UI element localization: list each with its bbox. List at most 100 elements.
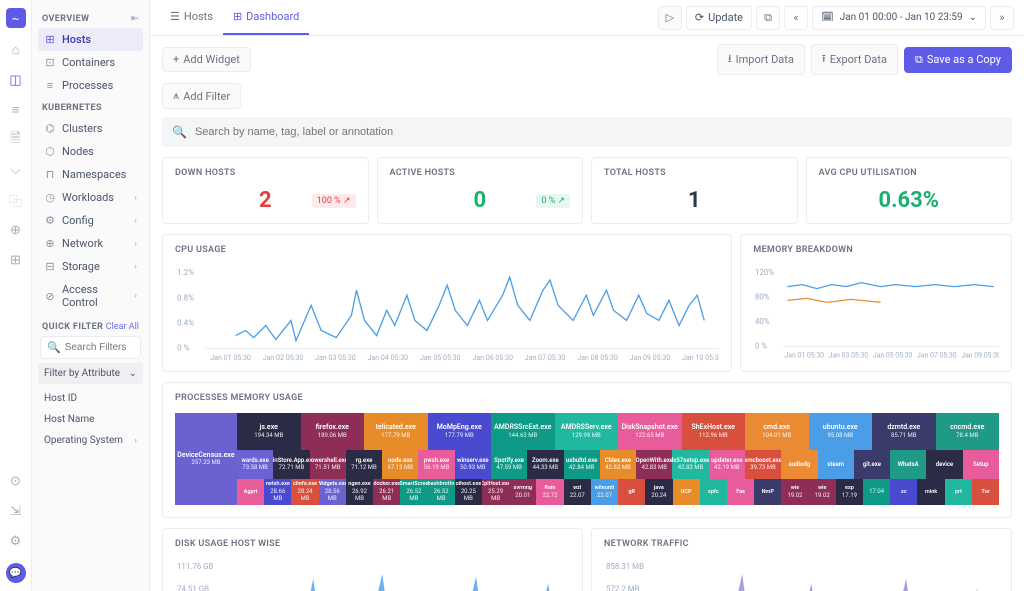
- cpu-usage-chart[interactable]: CPU USAGE 1.2%0.8%0.4%0 % Jan 01 05:30Ja…: [162, 234, 732, 372]
- chat-icon[interactable]: 💬: [6, 563, 26, 583]
- treemap-cell[interactable]: wzl22.07: [564, 479, 591, 505]
- treemap-cell[interactable]: Zoom.exe44.33 MB: [527, 450, 563, 479]
- treemap-cell[interactable]: 17.04: [863, 479, 890, 505]
- treemap-cell[interactable]: exp17.19: [836, 479, 863, 505]
- treemap-cell[interactable]: prt: [945, 479, 972, 505]
- treemap-cell[interactable]: device: [926, 450, 962, 479]
- treemap-cell[interactable]: rg.exe71.12 MB: [346, 450, 382, 479]
- treemap-cell[interactable]: wie19.02: [809, 479, 836, 505]
- treemap-cell[interactable]: gR: [618, 479, 645, 505]
- treemap-cell[interactable]: audiodg: [781, 450, 817, 479]
- treemap-cell[interactable]: netsh.exe28.66 MB: [264, 479, 291, 505]
- treemap-cell[interactable]: cncmd.exe78.4 MB: [936, 413, 1000, 450]
- save-as-copy-button[interactable]: ⧉ Save as a Copy: [904, 47, 1012, 73]
- rewind-button[interactable]: «: [784, 6, 808, 30]
- filter-opt-host-id[interactable]: Host ID: [38, 388, 143, 409]
- treemap-cell[interactable]: java20.24: [645, 479, 672, 505]
- treemap-cell[interactable]: Cldex.exe42.83 MB: [600, 450, 636, 479]
- treemap-cell[interactable]: DiskSnapshot.exe122.65 MB: [618, 413, 682, 450]
- metrics-icon[interactable]: ≡: [8, 102, 24, 118]
- hosts-icon[interactable]: ◫: [8, 72, 24, 88]
- monitor-icon[interactable]: ⌵: [8, 162, 24, 178]
- treemap-cell[interactable]: NmP: [754, 479, 781, 505]
- treemap-cell[interactable]: telicated.exe177.79 MB: [364, 413, 428, 450]
- treemap-cell[interactable]: Fas: [727, 479, 754, 505]
- treemap-cell[interactable]: AMDRSServ.exe129.99 MB: [555, 413, 619, 450]
- treemap-cell[interactable]: oihost.exe20.25 MB: [455, 479, 482, 505]
- filter-opt-host-name[interactable]: Host Name: [38, 409, 143, 430]
- filter-by-attribute[interactable]: Filter by Attribute ⌄: [38, 363, 143, 384]
- sidebar-item-clusters[interactable]: ⌬Clusters: [38, 117, 143, 140]
- network-traffic-chart[interactable]: NETWORK TRAFFIC 858.31 MB572.2 MB286.1 M…: [591, 528, 1012, 591]
- treemap-cell[interactable]: spfc: [700, 479, 727, 505]
- treemap-cell[interactable]: wie19.02: [781, 479, 808, 505]
- add-filter-button[interactable]: ⩚ Add Filter: [162, 83, 241, 109]
- treemap-cell[interactable]: svrmng20.01: [509, 479, 536, 505]
- treemap-cell[interactable]: WinStore.App.exe72.71 MB: [273, 450, 309, 479]
- sidebar-item-access-control[interactable]: ⊘Access Control›: [38, 278, 143, 314]
- treemap-cell[interactable]: xmcboost.exe39.73 MB: [745, 450, 781, 479]
- stat-avg-cpu-utilisation[interactable]: AVG CPU UTILISATION0.63%: [806, 157, 1013, 224]
- treemap-cell[interactable]: witeunti22.07: [591, 479, 618, 505]
- search-bar[interactable]: 🔍: [162, 117, 1012, 147]
- treemap-cell[interactable]: WhatsA: [890, 450, 926, 479]
- treemap-cell[interactable]: CplHost.exe25.29 MB: [482, 479, 509, 505]
- treemap-cell[interactable]: Setup: [963, 450, 999, 479]
- sidebar-item-nodes[interactable]: ⬡Nodes: [38, 140, 143, 163]
- sidebar-item-processes[interactable]: ≡Processes: [38, 74, 143, 97]
- graph-icon[interactable]: ⿻: [8, 192, 24, 208]
- stat-total-hosts[interactable]: TOTAL HOSTS1: [591, 157, 798, 224]
- sidebar-item-config[interactable]: ⚙Config›: [38, 209, 143, 232]
- export-data-button[interactable]: ⭱ Export Data: [811, 44, 898, 75]
- stat-active-hosts[interactable]: ACTIVE HOSTS00 % ↗: [377, 157, 584, 224]
- treemap-cell[interactable]: OpenWith.exe42.83 MB: [636, 450, 672, 479]
- robot-icon[interactable]: ⊕: [8, 222, 24, 238]
- tab-dashboard[interactable]: ⊞Dashboard: [223, 0, 309, 35]
- processes-memory-treemap[interactable]: PROCESSES MEMORY USAGE DeviceCensus.exe2…: [162, 382, 1012, 518]
- treemap-cell[interactable]: sc: [890, 479, 917, 505]
- home-icon[interactable]: ⌂: [8, 42, 24, 58]
- sidebar-item-namespaces[interactable]: ⊓Namespaces: [38, 163, 143, 186]
- treemap-cell[interactable]: node.exe67.13 MB: [382, 450, 418, 479]
- copy-button[interactable]: ⧉: [756, 6, 780, 30]
- apps-icon[interactable]: ⊞: [8, 252, 24, 268]
- treemap-cell[interactable]: firefox.exe189.06 MB: [301, 413, 365, 450]
- headset-icon[interactable]: ⊙: [8, 473, 24, 489]
- treemap-cell[interactable]: DeviceCensus.exe257.23 MB: [175, 413, 237, 505]
- stat-down-hosts[interactable]: DOWN HOSTS2100 % ↗: [162, 157, 369, 224]
- treemap-cell[interactable]: UCP: [673, 479, 700, 505]
- treemap-cell[interactable]: pwsh.exe56.19 MB: [418, 450, 454, 479]
- treemap-cell[interactable]: docker.exe26.21 MB: [373, 479, 400, 505]
- treemap-cell[interactable]: ShExHost.exe112.96 MB: [682, 413, 746, 450]
- search-filters-input[interactable]: 🔍: [40, 336, 141, 359]
- treemap-cell[interactable]: Agprt: [237, 479, 264, 505]
- treemap-cell[interactable]: steam: [818, 450, 854, 479]
- treemap-cell[interactable]: Rain22.72: [536, 479, 563, 505]
- treemap-cell[interactable]: winserv.exe50.93 MB: [455, 450, 491, 479]
- search-input[interactable]: [195, 126, 1002, 138]
- treemap-cell[interactable]: Widgets.exe28.56 MB: [319, 479, 346, 505]
- treemap-cell[interactable]: git.exe: [854, 450, 890, 479]
- import-data-button[interactable]: ⭳ Import Data: [717, 44, 805, 75]
- play-button[interactable]: ▷: [658, 6, 682, 30]
- settings-icon[interactable]: ⚙: [8, 533, 24, 549]
- app-logo[interactable]: ~: [6, 8, 26, 28]
- treemap-cell[interactable]: AMDRSSrcExt.exe144.63 MB: [491, 413, 555, 450]
- filter-opt-operating-system[interactable]: Operating System›: [38, 430, 143, 451]
- treemap-cell[interactable]: cmd.exe104.01 MB: [745, 413, 809, 450]
- add-widget-button[interactable]: + Add Widget: [162, 47, 251, 72]
- treemap-cell[interactable]: ngen.exe26.92 MB: [346, 479, 373, 505]
- treemap-cell[interactable]: bashbrothr26.52 MB: [428, 479, 455, 505]
- treemap-cell[interactable]: mink: [917, 479, 944, 505]
- sidebar-item-workloads[interactable]: ◷Workloads›: [38, 186, 143, 209]
- treemap-cell[interactable]: usbultd.exe42.84 MB: [564, 450, 600, 479]
- tab-hosts[interactable]: ☰Hosts: [160, 0, 223, 35]
- link-icon[interactable]: ⇲: [8, 503, 24, 519]
- treemap-cell[interactable]: ls57setup.exe42.83 MB: [672, 450, 708, 479]
- treemap-cell[interactable]: Tur: [972, 479, 999, 505]
- clear-all-link[interactable]: Clear All: [106, 322, 139, 332]
- treemap-cell[interactable]: ubuntu.exe95.08 MB: [809, 413, 873, 450]
- sidebar-item-network[interactable]: ⊕Network›: [38, 232, 143, 255]
- memory-breakdown-chart[interactable]: MEMORY BREAKDOWN 120%80%40%0 % Jan 01 05…: [740, 234, 1012, 372]
- doc-icon[interactable]: 🗎: [8, 132, 24, 148]
